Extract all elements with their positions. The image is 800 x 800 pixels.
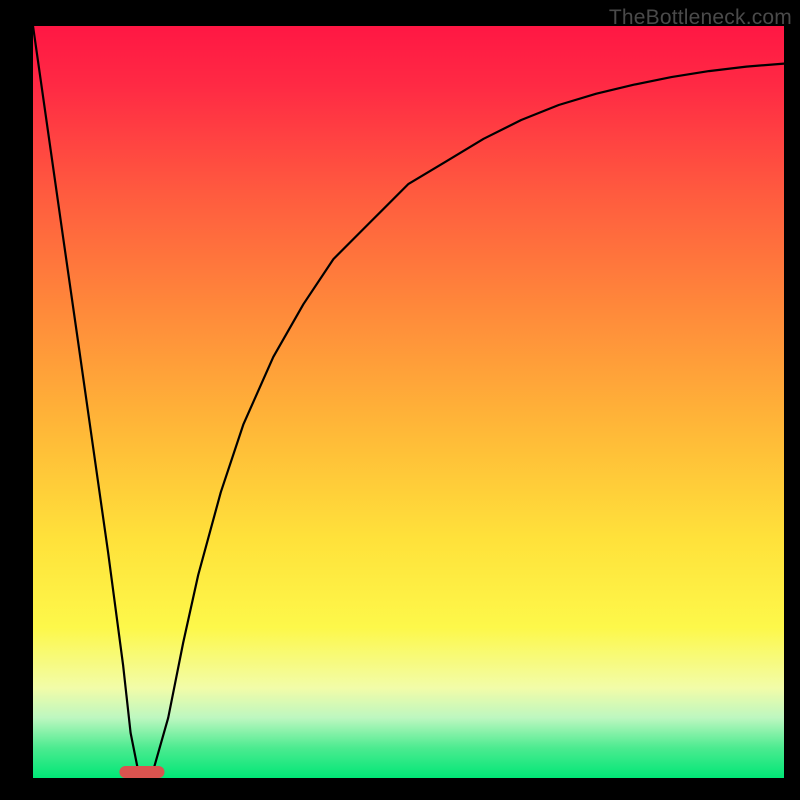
chart-frame: TheBottleneck.com — [0, 0, 800, 800]
optimum-marker — [119, 766, 164, 778]
watermark-text: TheBottleneck.com — [609, 6, 792, 30]
bottleneck-curve — [33, 26, 784, 778]
chart-overlay — [0, 0, 800, 800]
